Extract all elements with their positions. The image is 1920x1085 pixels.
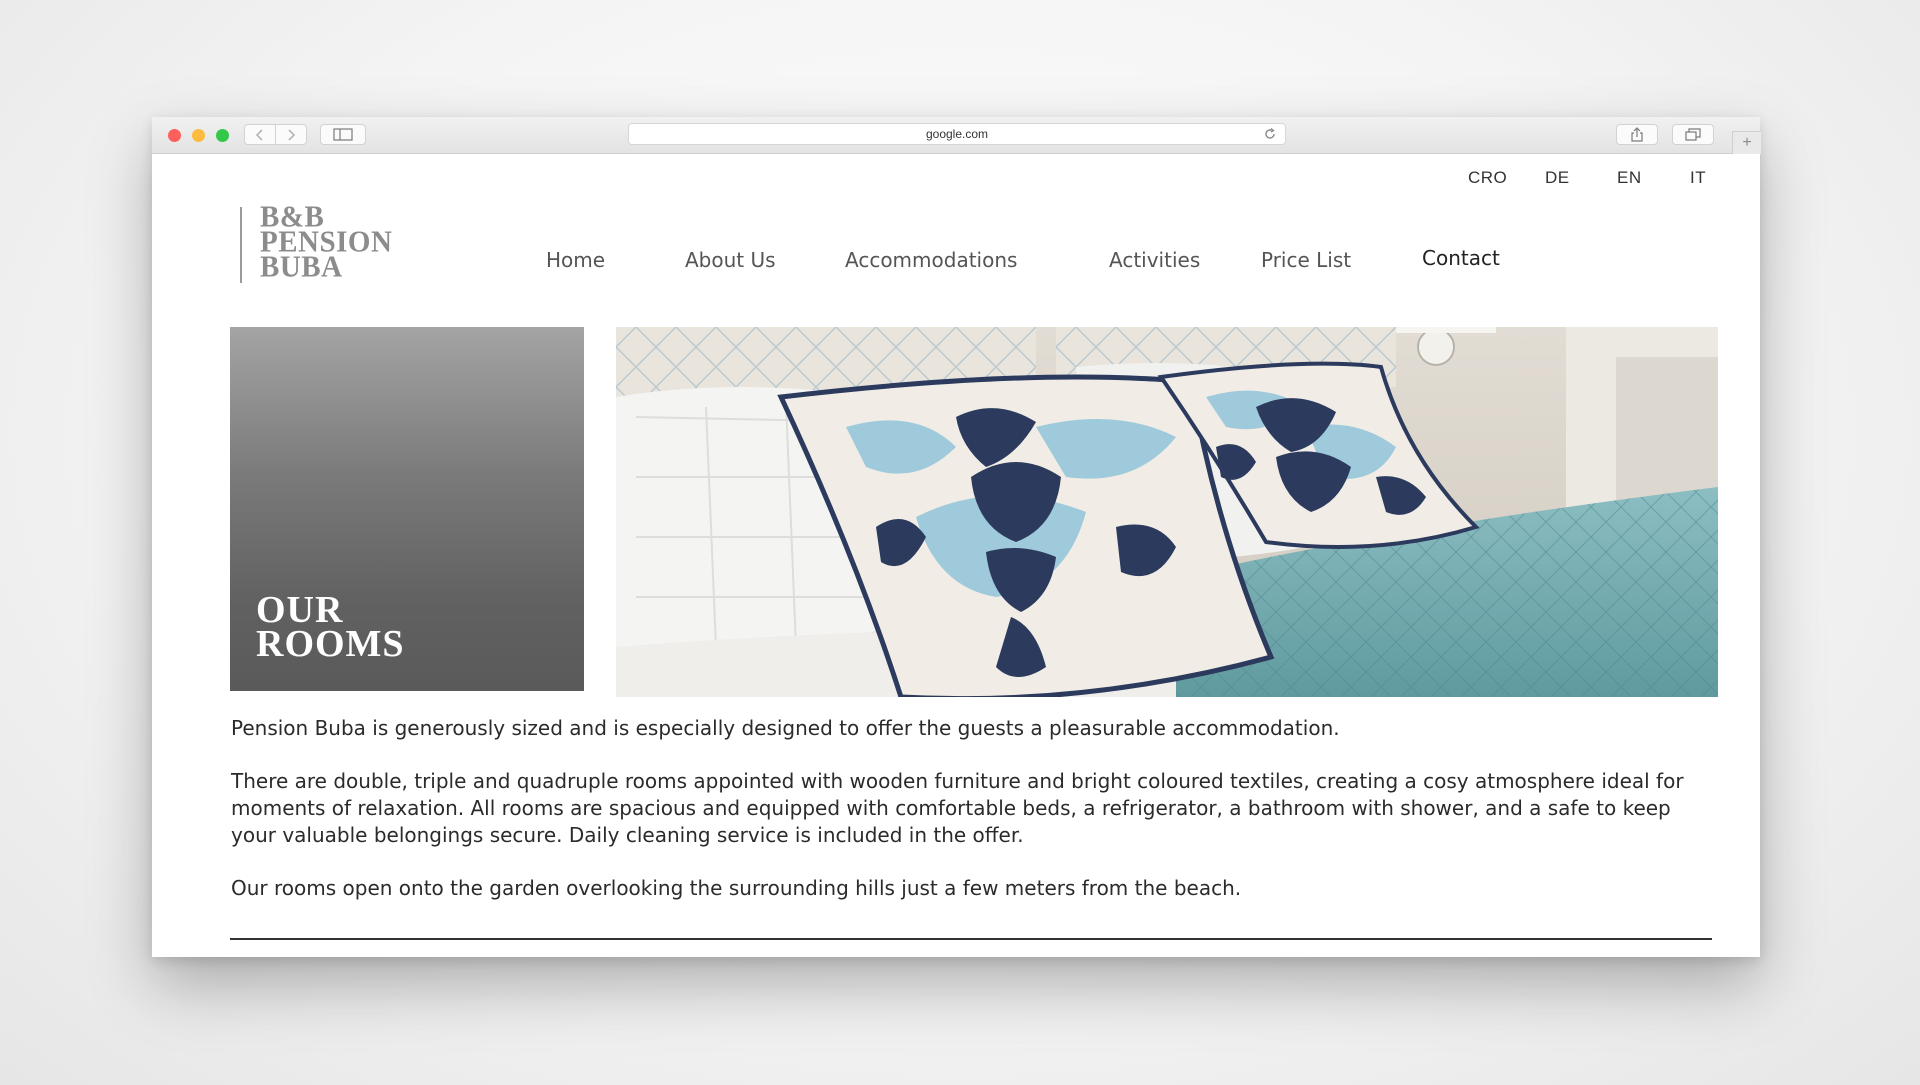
back-button[interactable] [244, 124, 276, 145]
reload-button[interactable] [1263, 127, 1277, 144]
our-rooms-title: OUR ROOMS [256, 589, 405, 665]
minimize-window-button[interactable] [192, 129, 205, 142]
show-tabs-button[interactable] [1672, 124, 1714, 145]
nav-price-list[interactable]: Price List [1261, 248, 1351, 272]
forward-button[interactable] [275, 124, 307, 145]
site-logo[interactable]: B&B PENSION BUBA [260, 202, 392, 284]
chevron-right-icon [288, 128, 296, 141]
plus-icon: + [1742, 134, 1752, 151]
sidebar-toggle-button[interactable] [320, 124, 366, 145]
logo-line-3: BUBA [260, 250, 343, 284]
share-button[interactable] [1616, 124, 1658, 145]
browser-window: google.com + CRO DE EN IT B&B PENSION BU… [152, 117, 1761, 957]
new-tab-button[interactable]: + [1732, 131, 1761, 154]
lang-cro[interactable]: CRO [1468, 168, 1507, 188]
nav-home[interactable]: Home [546, 248, 605, 272]
browser-toolbar: google.com + [152, 117, 1761, 154]
lang-it[interactable]: IT [1690, 168, 1706, 188]
lang-de[interactable]: DE [1545, 168, 1570, 188]
our-rooms-title-line-2: ROOMS [256, 623, 405, 665]
rooms-description-paragraph: There are double, triple and quadruple r… [231, 769, 1684, 847]
room-photo [616, 327, 1718, 697]
room-photo-image [616, 327, 1718, 697]
nav-about-us[interactable]: About Us [685, 248, 776, 272]
content-divider [230, 938, 1712, 940]
garden-paragraph: Our rooms open onto the garden overlooki… [231, 876, 1242, 900]
address-url: google.com [925, 127, 989, 141]
nav-contact[interactable]: Contact [1422, 246, 1500, 270]
address-bar[interactable]: google.com [628, 123, 1286, 145]
intro-paragraph: Pension Buba is generously sized and is … [231, 716, 1340, 740]
sidebar-icon [333, 128, 353, 141]
reload-icon [1265, 127, 1275, 139]
close-window-button[interactable] [168, 129, 181, 142]
our-rooms-tile: OUR ROOMS [230, 327, 584, 691]
lang-en[interactable]: EN [1617, 168, 1642, 188]
share-icon [1631, 126, 1643, 142]
our-rooms-title-line-1: OUR [256, 589, 344, 631]
zoom-window-button[interactable] [216, 129, 229, 142]
logo-divider [240, 207, 242, 283]
nav-activities[interactable]: Activities [1109, 248, 1200, 272]
nav-accommodations[interactable]: Accommodations [845, 248, 1017, 272]
tabs-icon [1685, 127, 1701, 141]
chevron-left-icon [255, 128, 263, 141]
